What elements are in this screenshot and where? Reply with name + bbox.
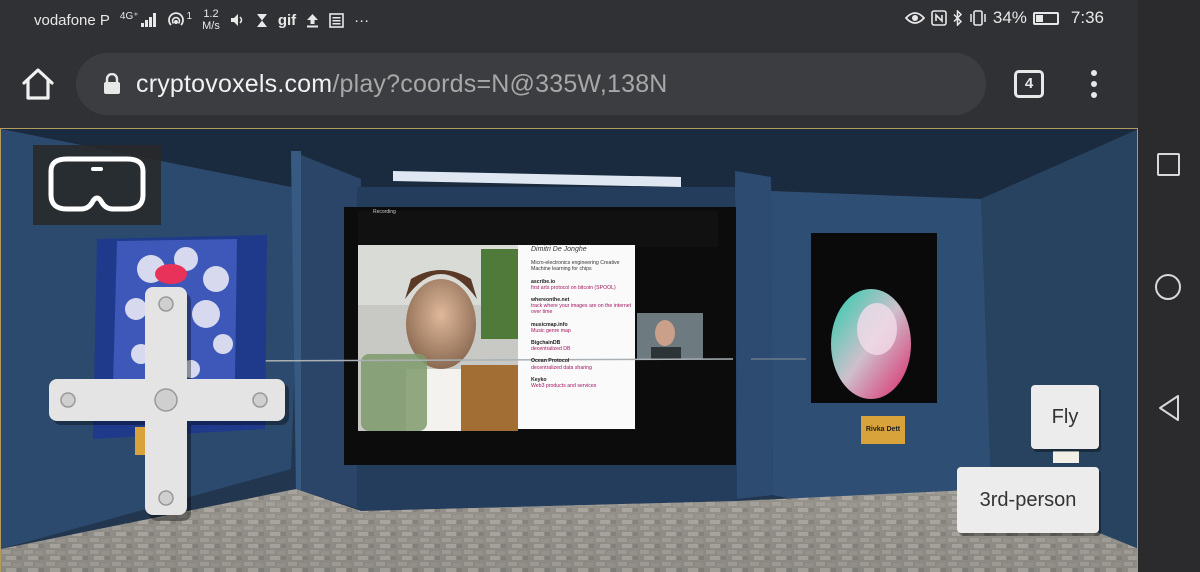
- slide-item: Keyko Web3 products and services: [521, 377, 633, 389]
- slide-item-desc: Web3 products and services: [531, 383, 597, 390]
- lock-icon[interactable]: [102, 73, 122, 95]
- status-right: 34% 7:36: [904, 8, 1104, 28]
- dpad-center[interactable]: [154, 388, 178, 412]
- more-notifications-icon: ···: [354, 11, 370, 29]
- overflow-menu-icon[interactable]: [1088, 70, 1100, 100]
- game-viewport[interactable]: Recording Dimitri De Jonghe Micro-electr…: [0, 128, 1138, 572]
- dpad-up[interactable]: [158, 296, 174, 312]
- slide-presenter-name: Dimitri De Jonghe: [531, 246, 587, 253]
- fly-button[interactable]: Fly: [1031, 385, 1099, 449]
- slide-item: whereonthe.net track where your images ar…: [521, 297, 633, 316]
- nfc-icon: [931, 10, 947, 26]
- clock: 7:36: [1070, 8, 1104, 27]
- volume-icon: [230, 14, 243, 26]
- slide-item-desc: first arts protocol on bitcoin (SPOOL): [531, 284, 616, 291]
- system-nav-bar: [1138, 0, 1200, 572]
- dpad-right[interactable]: [252, 392, 268, 408]
- vibrate-icon: [970, 10, 986, 26]
- slide-text: Dimitri De Jonghe Micro-electronics engi…: [521, 246, 633, 395]
- recents-icon[interactable]: [1157, 153, 1180, 176]
- slide-item-desc: track where your images are on the inter…: [531, 303, 632, 316]
- carrier-label: vodafone P: [34, 11, 110, 29]
- slide-item: musicmap.info Music genre map: [521, 322, 633, 334]
- right-pillar: [735, 171, 773, 499]
- dpad-down[interactable]: [158, 490, 174, 506]
- signal-icon: 4G⁺: [119, 10, 139, 22]
- tab-switcher-button[interactable]: 4: [1014, 70, 1044, 98]
- news-icon: [329, 12, 344, 28]
- status-bar: vodafone P 4G⁺ 1 1.2 M/s gif ··· 34% 7:3…: [0, 0, 1138, 40]
- slide-item: Ocean Protocol decentralized data sharing: [521, 358, 633, 370]
- signal-bars-icon: [140, 13, 156, 27]
- url-host: cryptovoxels.com: [136, 69, 333, 98]
- third-person-button[interactable]: 3rd-person: [957, 467, 1099, 533]
- url-path: /play?coords=N@335W,138N: [332, 69, 668, 98]
- home-icon[interactable]: [20, 66, 56, 102]
- status-left: vodafone P 4G⁺ 1 1.2 M/s gif ···: [34, 8, 369, 32]
- hotspot-icon: [167, 12, 184, 26]
- tab-count: 4: [1024, 75, 1034, 92]
- slide-item: ascribe.io first arts protocol on bitcoin…: [521, 279, 633, 291]
- vr-headset-icon: [48, 156, 146, 212]
- net-speed-value: 1.2: [203, 8, 219, 20]
- vr-mode-button[interactable]: [33, 145, 161, 225]
- slide-item-desc: decentralized data sharing: [531, 364, 592, 371]
- gif-icon: gif: [277, 11, 297, 29]
- dpad-icon[interactable]: [45, 285, 289, 521]
- net-speed-unit: M/s: [202, 20, 220, 32]
- jar: [361, 354, 427, 431]
- artist-label: Rivka Dett: [861, 416, 905, 444]
- hotspot-count: 1: [186, 10, 193, 22]
- recording-label: Recording: [373, 209, 396, 215]
- upload-icon: [307, 13, 319, 27]
- bluetooth-icon: [953, 10, 962, 26]
- slide-item-desc: Music genre map: [531, 327, 571, 334]
- home-nav-icon[interactable]: [1155, 274, 1181, 300]
- browser-toolbar: cryptovoxels.com/play?coords=N@335W,138N…: [0, 40, 1138, 128]
- dpad-left[interactable]: [60, 392, 76, 408]
- battery-icon: [1032, 11, 1059, 25]
- slide-item: BigchainDB decentralized DB: [521, 340, 633, 352]
- url-text[interactable]: cryptovoxels.com/play?coords=N@335W,138N: [136, 70, 668, 99]
- battery-level: [1035, 14, 1044, 22]
- battery-percent: 34%: [992, 8, 1027, 27]
- slide-item-desc: decentralized DB: [531, 346, 571, 353]
- eye-icon: [904, 12, 925, 24]
- slide-intro: Micro-electronics engineering Creative M…: [531, 260, 620, 273]
- net-speed: 1.2 M/s: [202, 8, 220, 32]
- hourglass-icon: [256, 13, 267, 27]
- phone-screen: vodafone P 4G⁺ 1 1.2 M/s gif ··· 34% 7:3…: [0, 0, 1200, 572]
- address-bar[interactable]: cryptovoxels.com/play?coords=N@335W,138N: [76, 53, 986, 115]
- back-icon[interactable]: [1156, 394, 1182, 422]
